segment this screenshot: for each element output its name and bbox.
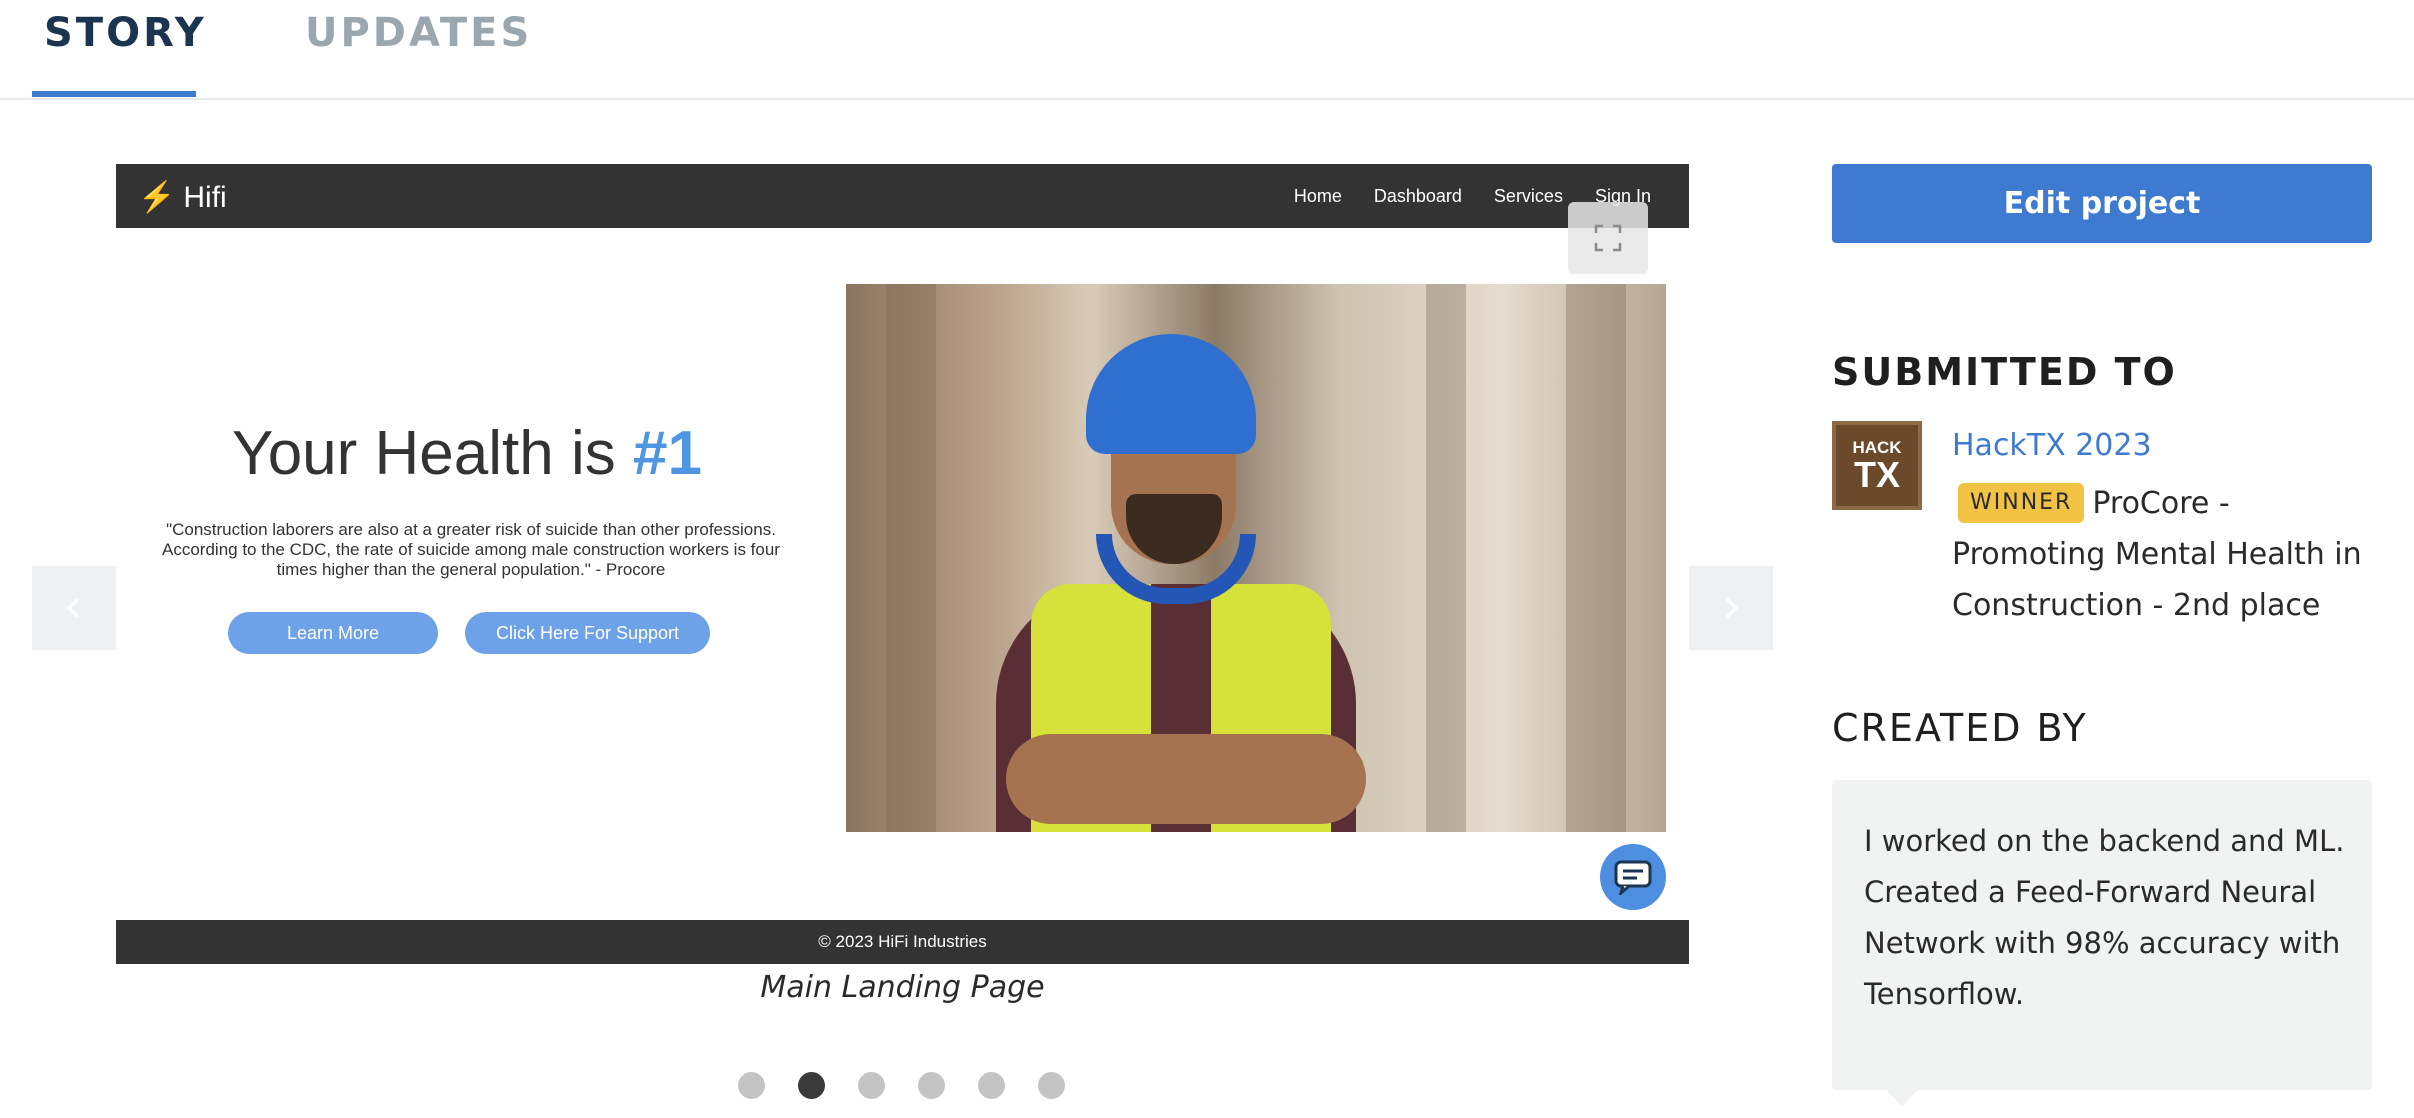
chevron-left-icon — [66, 597, 80, 619]
screenshot-navbar: ⚡ Hifi Home Dashboard Services Sign In — [116, 164, 1689, 228]
hacktx-logo[interactable]: HACK TX — [1832, 421, 1922, 510]
next-slide-button[interactable] — [1689, 566, 1773, 650]
tab-bar: STORY UPDATES — [0, 0, 2414, 100]
prize-info: WINNER ProCore - Promoting Mental Health … — [1952, 478, 2372, 631]
slide-dot-5[interactable] — [978, 1072, 1005, 1099]
screenshot-hero-title: Your Health is #1 — [116, 418, 818, 489]
slide-pagination — [738, 1072, 1065, 1099]
screenshot-nav-dashboard: Dashboard — [1373, 186, 1462, 206]
slide-dot-3[interactable] — [858, 1072, 885, 1099]
winner-badge: WINNER — [1958, 483, 2085, 523]
gallery-slide-image[interactable]: ⚡ Hifi Home Dashboard Services Sign In Yo… — [116, 164, 1689, 964]
slide-dot-1[interactable] — [738, 1072, 765, 1099]
hacktx-logo-line2: TX — [1853, 454, 1900, 495]
active-tab-indicator — [32, 91, 196, 97]
slide-dot-6[interactable] — [1038, 1072, 1065, 1099]
image-gallery: ⚡ Hifi Home Dashboard Services Sign In Yo… — [32, 164, 1773, 1118]
chevron-right-icon — [1725, 597, 1739, 619]
submitted-to-heading: SUBMITTED TO — [1832, 350, 2177, 394]
creator-contribution-text: I worked on the backend and ML. Created … — [1864, 824, 2345, 1011]
created-by-heading: CREATED BY — [1832, 706, 2088, 750]
screenshot-nav-home: Home — [1293, 186, 1342, 206]
hero-title-accent: #1 — [632, 419, 702, 488]
chat-icon — [1600, 844, 1666, 910]
construction-worker-photo — [846, 284, 1666, 832]
hero-title-text: Your Health is — [232, 419, 616, 488]
expand-icon — [1594, 224, 1622, 252]
card-notch — [1886, 1090, 1918, 1106]
screenshot-logo: ⚡ Hifi — [138, 180, 227, 215]
hifi-logo-icon: ⚡ — [138, 181, 176, 214]
edit-project-button[interactable]: Edit project — [1832, 164, 2372, 243]
previous-slide-button[interactable] — [32, 566, 116, 650]
tab-story[interactable]: STORY — [44, 10, 207, 56]
screenshot-hero-quote: "Construction laborers are also at a gre… — [162, 520, 780, 579]
slide-caption: Main Landing Page — [760, 970, 1045, 1005]
slide-dot-2[interactable] — [798, 1072, 825, 1099]
slide-dot-4[interactable] — [918, 1072, 945, 1099]
tab-updates[interactable]: UPDATES — [305, 10, 532, 56]
expand-button[interactable] — [1568, 202, 1648, 274]
screenshot-support-button: Click Here For Support — [465, 612, 710, 654]
screenshot-learn-more-button: Learn More — [228, 612, 438, 654]
creator-contribution-card: I worked on the backend and ML. Created … — [1832, 780, 2372, 1090]
screenshot-nav-services: Services — [1493, 186, 1563, 206]
hackathon-link[interactable]: HackTX 2023 — [1952, 428, 2152, 463]
screenshot-logo-text: Hifi — [183, 181, 227, 214]
screenshot-footer: © 2023 HiFi Industries — [116, 920, 1689, 964]
